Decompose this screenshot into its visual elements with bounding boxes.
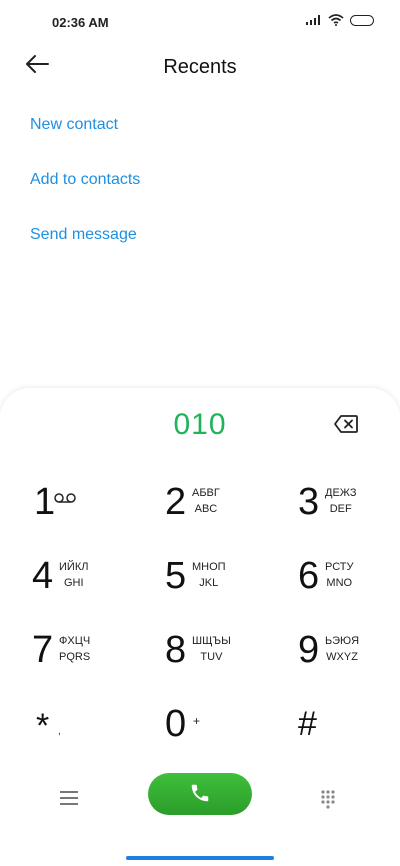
key-letters-latin: WXYZ: [326, 651, 358, 663]
key-letters: ИЙКЛ GHI: [59, 559, 88, 591]
key-letters: АБВГ ABC: [192, 485, 220, 517]
key-digit: 8: [165, 629, 187, 671]
key-star[interactable]: * ,: [36, 704, 136, 760]
send-message-link[interactable]: Send message: [30, 226, 137, 244]
key-hash[interactable]: #: [298, 702, 398, 758]
dialpad-grid-icon: [321, 790, 335, 809]
dialpad-toggle-button[interactable]: [320, 789, 338, 809]
phone-icon: [191, 784, 209, 802]
key-digit: 1: [34, 481, 56, 523]
key-plus: +: [193, 714, 201, 728]
key-digit: 2: [165, 481, 187, 523]
key-1[interactable]: 1: [34, 480, 134, 536]
pause-mark: ,: [58, 726, 61, 737]
key-letters-latin: PQRS: [59, 651, 91, 663]
header: Recents: [0, 48, 400, 88]
dialer-bottom-bar: [0, 773, 400, 823]
key-digit: 3: [298, 481, 320, 523]
key-digit: 6: [298, 555, 320, 597]
key-0[interactable]: 0 +: [165, 702, 265, 758]
status-time: 02:36 AM: [52, 15, 109, 30]
key-digit: 0: [165, 703, 187, 745]
dialpad-panel: 010 1 2 АБВГ ABC 3 ДЕЖЗ DEF 4 ИЙКЛ GHI 5…: [0, 388, 400, 866]
signal-icon: [306, 15, 320, 25]
key-letters-latin: MNO: [326, 577, 353, 589]
voicemail-icon: [54, 493, 76, 503]
key-letters-latin: JKL: [199, 577, 219, 589]
home-indicator[interactable]: [126, 856, 274, 860]
key-letters: ЬЭЮЯ WXYZ: [325, 633, 359, 665]
page-title: Recents: [163, 56, 237, 78]
backspace-icon: [334, 415, 358, 433]
key-letters-cyrillic: АБВГ: [192, 487, 220, 499]
backspace-button[interactable]: [333, 414, 359, 434]
key-letters: РСТУ MNO: [325, 559, 354, 591]
key-letters-cyrillic: ИЙКЛ: [59, 561, 89, 573]
battery-icon: [350, 14, 374, 26]
call-button[interactable]: [148, 773, 252, 815]
key-digit: 7: [32, 629, 54, 671]
new-contact-link[interactable]: New contact: [30, 116, 118, 134]
add-to-contacts-link[interactable]: Add to contacts: [30, 171, 140, 189]
key-7[interactable]: 7 ФХЦЧ PQRS: [32, 628, 132, 684]
key-digit: 9: [298, 629, 320, 671]
key-8[interactable]: 8 ШЩЪЫ TUV: [165, 628, 265, 684]
key-4[interactable]: 4 ИЙКЛ GHI: [32, 554, 132, 610]
key-5[interactable]: 5 МНОП JKL: [165, 554, 265, 610]
key-letters-cyrillic: ДЕЖЗ: [325, 487, 357, 499]
key-hash-symbol: #: [298, 705, 317, 743]
key-letters-latin: DEF: [329, 503, 352, 515]
key-letters: ФХЦЧ PQRS: [59, 633, 90, 665]
key-letters-cyrillic: РСТУ: [325, 561, 354, 573]
key-2[interactable]: 2 АБВГ ABC: [165, 480, 265, 536]
key-letters: ШЩЪЫ TUV: [192, 633, 231, 665]
key-star-symbol: *: [36, 707, 50, 745]
key-letters-latin: GHI: [63, 577, 84, 589]
key-6[interactable]: 6 РСТУ MNO: [298, 554, 398, 610]
menu-button[interactable]: [60, 791, 80, 807]
key-letters-cyrillic: МНОП: [192, 561, 226, 573]
key-letters: МНОП JKL: [192, 559, 226, 591]
key-digit: 5: [165, 555, 187, 597]
key-letters-latin: ABC: [194, 503, 218, 515]
key-3[interactable]: 3 ДЕЖЗ DEF: [298, 480, 398, 536]
status-icons: [306, 14, 374, 26]
key-letters-latin: TUV: [200, 651, 223, 663]
key-letters-cyrillic: ФХЦЧ: [59, 635, 91, 647]
key-9[interactable]: 9 ЬЭЮЯ WXYZ: [298, 628, 398, 684]
menu-icon: [60, 791, 78, 805]
key-letters: ДЕЖЗ DEF: [325, 485, 356, 517]
key-letters-cyrillic: ЬЭЮЯ: [325, 635, 360, 647]
status-bar: 02:36 AM: [0, 0, 400, 44]
key-letters-cyrillic: ШЩЪЫ: [192, 635, 231, 647]
wifi-icon: [328, 14, 344, 26]
key-digit: 4: [32, 555, 54, 597]
